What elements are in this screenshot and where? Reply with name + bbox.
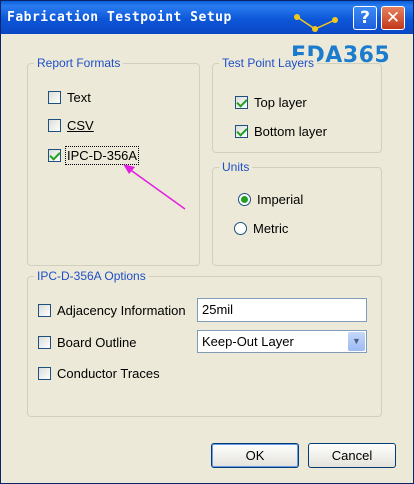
checkbox-box[interactable]	[38, 367, 51, 380]
chevron-down-icon[interactable]: ▼	[348, 332, 365, 351]
top-layer-checkbox[interactable]: Top layer	[235, 95, 307, 110]
radio-unselected-icon[interactable]	[234, 222, 247, 235]
checkbox-box[interactable]	[48, 119, 61, 132]
units-legend: Units	[219, 160, 253, 174]
board-outline-checkbox[interactable]: Board Outline	[38, 335, 137, 350]
adjacency-checkbox[interactable]: Adjacency Information	[38, 303, 186, 318]
radio-label: Metric	[253, 221, 289, 236]
checkbox-box[interactable]	[38, 304, 51, 317]
help-button[interactable]: ?	[353, 6, 377, 30]
adjacency-input[interactable]: 25mil	[197, 298, 367, 322]
checkbox-label: Board Outline	[57, 335, 137, 350]
checkmark-icon[interactable]	[48, 149, 61, 162]
bottom-layer-checkbox[interactable]: Bottom layer	[235, 124, 327, 139]
radio-selected-icon[interactable]	[238, 193, 251, 206]
checkbox-label: Top layer	[254, 95, 307, 110]
help-icon: ?	[360, 8, 370, 28]
ipc-options-legend: IPC-D-356A Options	[34, 269, 149, 283]
checkmark-icon[interactable]	[235, 125, 248, 138]
test-point-layers-legend: Test Point Layers	[219, 56, 318, 70]
close-icon: ✕	[385, 8, 401, 28]
close-button[interactable]: ✕	[381, 6, 405, 30]
window-title: Fabrication Testpoint Setup	[7, 10, 232, 25]
radio-label: Imperial	[257, 192, 304, 207]
units-group: Units	[212, 160, 382, 266]
board-outline-select[interactable]: Keep-Out Layer ▼	[197, 330, 367, 353]
dialog-window: Fabrication Testpoint Setup ? ✕ EDA365 R…	[0, 0, 414, 484]
select-value: Keep-Out Layer	[202, 334, 294, 349]
text-format-checkbox[interactable]: Text	[48, 90, 91, 105]
imperial-radio[interactable]: Imperial	[238, 192, 303, 207]
conductor-traces-checkbox[interactable]: Conductor Traces	[38, 366, 160, 381]
checkbox-label: Bottom layer	[254, 124, 327, 139]
metric-radio[interactable]: Metric	[234, 221, 288, 236]
checkbox-box[interactable]	[48, 91, 61, 104]
title-bar[interactable]: Fabrication Testpoint Setup ? ✕	[1, 1, 413, 34]
checkbox-label: Adjacency Information	[57, 303, 186, 318]
checkbox-label: CSV	[67, 118, 94, 133]
checkbox-label: Conductor Traces	[57, 366, 160, 381]
watermark-dots-icon	[294, 14, 338, 32]
csv-format-checkbox[interactable]: CSV	[48, 118, 94, 133]
checkbox-label: Text	[67, 90, 91, 105]
checkmark-icon[interactable]	[235, 96, 248, 109]
report-formats-legend: Report Formats	[34, 56, 124, 70]
checkbox-box[interactable]	[38, 336, 51, 349]
cancel-button[interactable]: Cancel	[308, 443, 396, 468]
ok-button[interactable]: OK	[211, 443, 299, 468]
arrow-annotation-icon	[123, 164, 186, 210]
